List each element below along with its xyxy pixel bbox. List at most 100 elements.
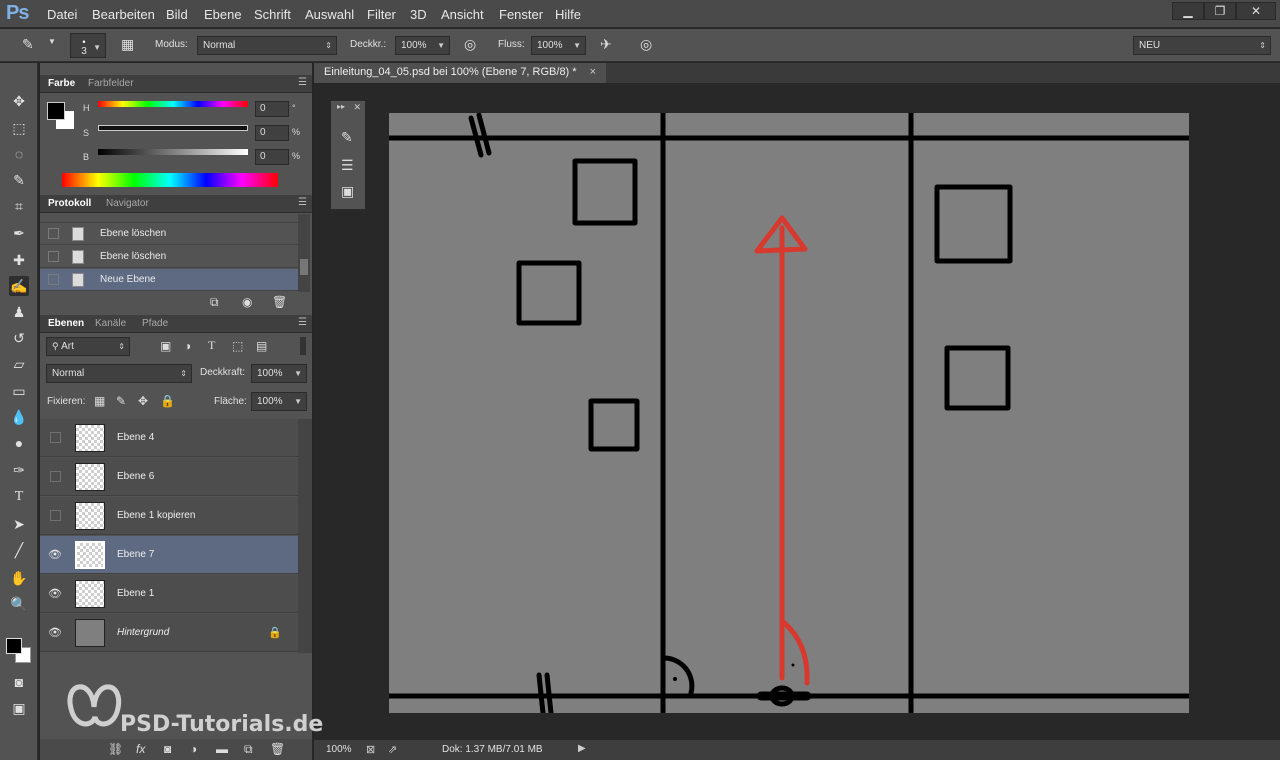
chevron-down-icon[interactable]: ▼ — [48, 37, 56, 46]
eyedropper-tool-icon[interactable]: ✒ — [9, 223, 29, 243]
share-icon[interactable]: ⇗ — [388, 743, 397, 756]
lock-position-icon[interactable]: ✥ — [138, 394, 148, 408]
layer-name[interactable]: Ebene 4 — [117, 432, 154, 443]
gradient-tool-icon[interactable]: ▭ — [9, 381, 29, 401]
minimize-button[interactable]: ▁ — [1172, 2, 1204, 20]
panel-menu-icon[interactable]: ☰ — [298, 317, 307, 328]
history-source-checkbox[interactable] — [48, 251, 59, 262]
menu-3d[interactable]: 3D — [410, 7, 427, 22]
menu-filter[interactable]: Filter — [367, 7, 396, 22]
path-selection-tool-icon[interactable]: ➤ — [9, 514, 29, 534]
tab-ebenen[interactable]: Ebenen — [48, 318, 84, 329]
clone-stamp-tool-icon[interactable]: ♟ — [9, 302, 29, 322]
menu-ansicht[interactable]: Ansicht — [441, 7, 484, 22]
filter-shape-icon[interactable]: ⬚ — [232, 339, 243, 353]
trash-icon[interactable]: 🗑 — [270, 742, 285, 756]
filter-type-icon[interactable]: T — [208, 338, 215, 353]
lock-pixels-icon[interactable]: ✎ — [116, 394, 126, 408]
new-document-from-state-icon[interactable]: ⧉ — [210, 295, 219, 310]
zoom-level[interactable]: 100% — [326, 744, 352, 755]
filter-adjustment-icon[interactable]: ◑ — [184, 339, 191, 353]
layer-opacity-input[interactable]: 100% ▼ — [251, 364, 307, 383]
zoom-tool-icon[interactable]: 🔍 — [9, 594, 29, 614]
layer-name[interactable]: Ebene 1 kopieren — [117, 510, 195, 521]
status-menu-arrow-icon[interactable]: ▶ — [578, 743, 586, 754]
filter-smart-object-icon[interactable]: ▤ — [256, 339, 267, 353]
menu-datei[interactable]: Datei — [47, 7, 77, 22]
layer-name[interactable]: Ebene 1 — [117, 588, 154, 599]
menu-auswahl[interactable]: Auswahl — [305, 7, 354, 22]
layers-scrollbar[interactable] — [298, 419, 312, 653]
saturation-slider[interactable] — [98, 125, 248, 131]
brush-preset-icon[interactable]: ✎ — [22, 36, 34, 53]
dodge-tool-icon[interactable]: ● — [9, 433, 29, 453]
history-brush-tool-icon[interactable]: ↺ — [9, 328, 29, 348]
clone-source-icon[interactable]: ▣ — [341, 183, 354, 200]
eye-icon[interactable]: 👁 — [48, 626, 62, 640]
mode-select[interactable]: Normal ⇕ — [197, 36, 337, 55]
layer-name[interactable]: Hintergrund — [117, 627, 169, 638]
pressure-size-icon[interactable]: ◎ — [640, 36, 652, 53]
saturation-value[interactable]: 0 — [255, 125, 289, 141]
menu-hilfe[interactable]: Hilfe — [555, 7, 581, 22]
quick-mask-icon[interactable]: ◙ — [9, 672, 29, 692]
eye-icon[interactable]: 👁 — [48, 587, 62, 601]
history-item[interactable]: Ebene löschen — [40, 246, 298, 268]
tab-farbfelder[interactable]: Farbfelder — [88, 78, 134, 89]
airbrush-icon[interactable]: ✈ — [600, 36, 612, 53]
adjustment-icon[interactable]: ◑ — [190, 742, 197, 756]
opacity-input[interactable]: 100% ▼ — [395, 36, 450, 55]
menu-ebene[interactable]: Ebene — [204, 7, 242, 22]
layer-row[interactable]: 👁 Hintergrund 🔒 — [40, 614, 298, 652]
lasso-tool-icon[interactable]: ◌ — [9, 144, 29, 164]
tab-navigator[interactable]: Navigator — [106, 198, 149, 209]
layer-row[interactable]: Ebene 4 — [40, 419, 298, 457]
crop-tool-icon[interactable]: ⌗ — [9, 196, 29, 216]
hue-value[interactable]: 0 — [255, 101, 289, 117]
type-tool-icon[interactable]: T — [9, 487, 29, 507]
panel-menu-icon[interactable]: ☰ — [298, 197, 307, 208]
marquee-tool-icon[interactable]: ⬚ — [9, 118, 29, 138]
blend-mode-select[interactable]: Normal ⇕ — [46, 364, 192, 383]
brush-presets-icon[interactable]: ✎ — [341, 129, 353, 146]
eraser-tool-icon[interactable]: ▱ — [9, 354, 29, 374]
camera-icon[interactable]: ◉ — [242, 295, 252, 309]
brightness-value[interactable]: 0 — [255, 149, 289, 165]
tab-protokoll[interactable]: Protokoll — [48, 198, 91, 209]
layer-name[interactable]: Ebene 7 — [117, 549, 154, 560]
brush-panel-toggle-icon[interactable]: ▦ — [121, 36, 134, 53]
brush-size-picker[interactable]: • 3 ▼ — [70, 33, 106, 58]
proof-icon[interactable]: ⊠ — [366, 743, 375, 756]
layer-visibility-toggle[interactable] — [50, 510, 61, 521]
lock-all-icon[interactable]: 🔒 — [160, 394, 175, 408]
close-window-button[interactable]: ✕ — [1236, 2, 1276, 20]
healing-brush-tool-icon[interactable]: ✚ — [9, 250, 29, 270]
pressure-opacity-icon[interactable]: ◎ — [464, 36, 476, 53]
history-scrollbar[interactable] — [298, 214, 310, 292]
close-tab-icon[interactable]: × — [590, 66, 596, 78]
hand-tool-icon[interactable]: ✋ — [9, 568, 29, 588]
hue-slider[interactable] — [98, 101, 248, 107]
color-fg-swatch[interactable] — [47, 102, 65, 120]
move-tool-icon[interactable]: ✥ — [9, 91, 29, 111]
pen-tool-icon[interactable]: ✑ — [9, 460, 29, 480]
flow-input[interactable]: 100% ▼ — [531, 36, 586, 55]
layer-row-selected[interactable]: 👁 Ebene 7 — [40, 536, 298, 574]
layer-filter-select[interactable]: ⚲ Art ⇕ — [46, 337, 130, 356]
document-canvas[interactable] — [386, 110, 1192, 716]
foreground-color-swatch[interactable] — [6, 638, 22, 654]
history-item-selected[interactable]: Neue Ebene — [40, 269, 298, 291]
color-spectrum-bar[interactable] — [62, 173, 278, 187]
brightness-slider[interactable] — [98, 149, 248, 155]
history-source-checkbox[interactable] — [48, 274, 59, 285]
layer-visibility-toggle[interactable] — [50, 432, 61, 443]
lock-transparent-icon[interactable]: ▦ — [94, 394, 105, 408]
eye-icon[interactable]: 👁 — [48, 548, 62, 562]
layer-visibility-toggle[interactable] — [50, 471, 61, 482]
filter-toggle[interactable] — [300, 337, 306, 355]
screen-mode-icon[interactable]: ▣ — [9, 698, 29, 718]
new-layer-icon[interactable]: ⧉ — [244, 742, 253, 757]
quick-selection-tool-icon[interactable]: ✎ — [9, 170, 29, 190]
trash-icon[interactable]: 🗑 — [272, 295, 287, 309]
layer-name[interactable]: Ebene 6 — [117, 471, 154, 482]
